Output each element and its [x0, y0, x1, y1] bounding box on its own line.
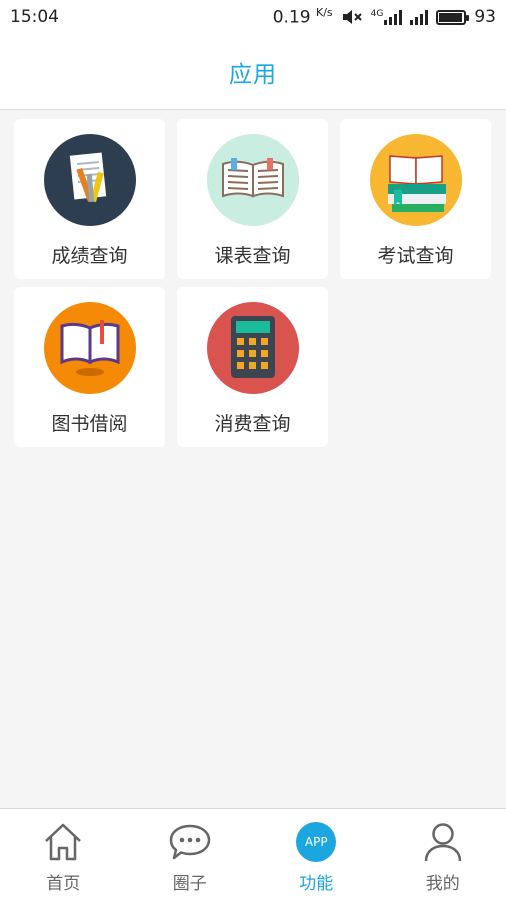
app-label: 成绩查询: [51, 245, 128, 267]
tab-home[interactable]: 首页: [0, 809, 127, 900]
app-label: 消费查询: [214, 413, 291, 435]
status-indicators: 0.19 K/s 4G 93: [273, 6, 496, 28]
app-exam-query[interactable]: 考试查询: [340, 119, 491, 279]
network-speed: 0.19 K/s: [272, 6, 333, 28]
battery-level: 93: [474, 7, 496, 27]
app-grade-query[interactable]: 成绩查询: [14, 119, 165, 279]
bottom-tab-bar: 首页 圈子 APP 功能 我的: [0, 808, 506, 900]
status-bar: 15:04 0.19 K/s 4G 93: [0, 0, 506, 34]
grade-report-icon: [43, 134, 136, 226]
tab-functions[interactable]: APP 功能: [253, 809, 380, 900]
status-time: 15:04: [10, 7, 59, 27]
tab-label: 首页: [46, 874, 81, 894]
calculator-icon: [206, 302, 299, 394]
stacked-books-icon: [369, 134, 462, 226]
battery-icon: [436, 9, 470, 25]
app-schedule-query[interactable]: 课表查询: [177, 119, 328, 279]
mute-icon: [342, 10, 362, 24]
signal-4g: 4G: [371, 9, 403, 25]
home-icon: [45, 823, 82, 861]
page-title: 应用: [229, 61, 277, 88]
app-icon: APP: [295, 821, 337, 863]
app-badge: APP: [296, 822, 337, 862]
app-label: 考试查询: [377, 245, 454, 267]
signal-bars-icon: [384, 9, 403, 25]
network-type: 4G: [370, 9, 384, 19]
tab-label: 我的: [425, 874, 460, 894]
tab-label: 圈子: [172, 874, 207, 894]
page-header: 应用: [0, 34, 506, 110]
tab-label: 功能: [299, 874, 334, 894]
screen: 15:04 0.19 K/s 4G 93 应用 成绩查询 课表查询 考试查询 图…: [0, 0, 506, 900]
app-label: 图书借阅: [51, 413, 128, 435]
chat-bubble-icon: [169, 824, 210, 860]
app-label: 课表查询: [214, 245, 291, 267]
open-book-icon: [206, 134, 299, 226]
app-consumption-query[interactable]: 消费查询: [177, 287, 328, 447]
network-speed-unit: K/s: [316, 6, 333, 20]
tab-mine[interactable]: 我的: [380, 809, 506, 900]
signal-bars-icon-2: [410, 9, 429, 25]
user-icon: [424, 823, 461, 862]
tab-circle[interactable]: 圈子: [127, 809, 254, 900]
app-library-borrow[interactable]: 图书借阅: [14, 287, 165, 447]
library-book-icon: [43, 302, 136, 394]
